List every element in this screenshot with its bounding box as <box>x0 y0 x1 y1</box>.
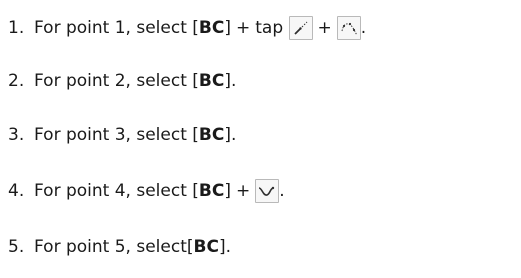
step-text: For point 3, select <box>34 125 187 145</box>
instruction-list: 1. For point 1, select [BC] + tap + . 2.… <box>0 0 521 278</box>
bc-code: BC <box>198 125 225 145</box>
step-text: For point 2, select <box>34 71 187 91</box>
step-3: 3. For point 3, select [BC]. <box>8 125 237 145</box>
step-5: 5. For point 5, select[BC]. <box>8 237 231 257</box>
bc-code: BC <box>198 181 225 201</box>
curve-segment-icon <box>255 179 280 203</box>
step-number: 5. <box>8 237 25 257</box>
step-number: 1. <box>8 18 25 38</box>
step-end: . <box>360 18 367 38</box>
step-number: 3. <box>8 125 25 145</box>
plus-sign: + <box>317 18 332 38</box>
step-end: . <box>279 181 285 201</box>
point-tangent-icon <box>288 16 313 40</box>
tap-label: tap <box>255 18 284 38</box>
step-text: For point 5, select <box>34 237 187 257</box>
plus-sign: + <box>235 18 251 38</box>
step-end: . <box>230 125 237 145</box>
curve-through-points-icon <box>336 16 361 40</box>
step-end: . <box>225 237 231 257</box>
bc-code: BC <box>198 18 225 38</box>
plus-sign: + <box>235 181 251 201</box>
step-end: . <box>230 71 237 91</box>
step-1: 1. For point 1, select [BC] + tap + . <box>8 16 367 40</box>
bc-code: BC <box>193 237 219 257</box>
bc-code: BC <box>198 71 225 91</box>
step-number: 4. <box>8 181 25 201</box>
step-2: 2. For point 2, select [BC]. <box>8 71 237 91</box>
step-text: For point 1, select <box>34 18 187 38</box>
step-text: For point 4, select <box>34 181 187 201</box>
step-4: 4. For point 4, select [BC] + . <box>8 179 285 203</box>
step-number: 2. <box>8 71 25 91</box>
